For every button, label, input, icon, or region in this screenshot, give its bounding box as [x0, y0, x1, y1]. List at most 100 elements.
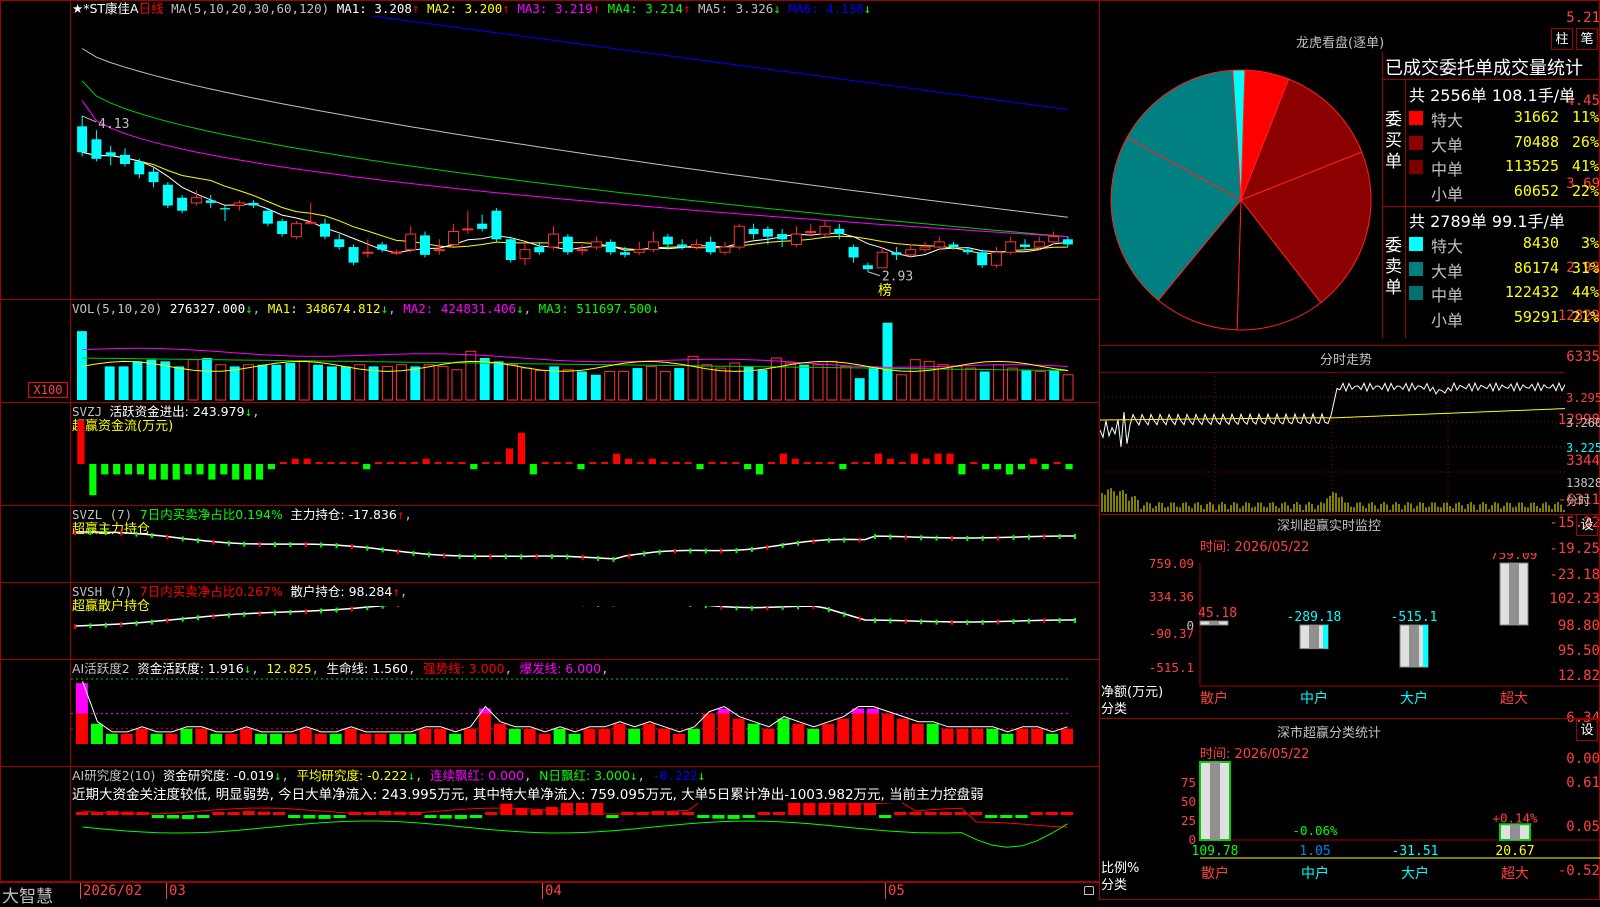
- flow-bar: [327, 462, 335, 464]
- active-bar: [553, 728, 566, 744]
- class-settings-button[interactable]: 设: [1576, 719, 1598, 741]
- volume-bar: [298, 360, 310, 401]
- volume-bar: [882, 322, 893, 400]
- color-swatch: [1409, 286, 1423, 300]
- monitor-y-label: -90.37: [1149, 626, 1194, 641]
- flow-bar: [398, 462, 406, 464]
- flow-bar: [422, 458, 430, 464]
- volume-bar: [1007, 367, 1018, 401]
- flow-bar: [982, 464, 990, 470]
- brand-logo[interactable]: 大智慧: [2, 882, 53, 907]
- candlestick-chart[interactable]: 4.132.93: [71, 16, 1099, 299]
- research-bar: [333, 815, 346, 818]
- monitor-bar-edge: [1323, 625, 1328, 649]
- period-label[interactable]: 日线: [139, 1, 164, 16]
- active-bar: [404, 733, 417, 744]
- volume-bar: [965, 367, 977, 401]
- monitor-bar-shade: [1309, 625, 1319, 649]
- flow-bar: [315, 462, 323, 464]
- active-bar: [1016, 728, 1029, 744]
- vol-ma3: MA3: 511697.500: [538, 301, 652, 316]
- flow-bar: [517, 432, 525, 464]
- volume-bar: [1021, 369, 1032, 400]
- buy-name: 大单: [1431, 135, 1464, 155]
- tab-bar-chart[interactable]: 柱: [1551, 28, 1573, 50]
- flow-bar: [303, 458, 311, 464]
- svzj-chart[interactable]: [71, 420, 1099, 506]
- candle-body: [190, 197, 202, 204]
- flow-bar: [434, 462, 442, 464]
- active-bar: [434, 728, 447, 744]
- stock-name[interactable]: ★*ST康佳A: [72, 1, 139, 16]
- candle-body: [891, 252, 902, 255]
- volume-bar: [590, 374, 601, 400]
- class-bar-chart[interactable]: 7550250109.78散户-0.06%1.05中户-31.51大户+0.14…: [1100, 760, 1600, 900]
- ai-research-label2: 平均研究度: -0.222: [296, 768, 408, 783]
- active-bar: [941, 728, 954, 744]
- active-bar: [673, 733, 685, 744]
- candle-body: [848, 247, 859, 258]
- flow-bar: [446, 462, 454, 464]
- volume-chart[interactable]: [71, 316, 1099, 402]
- volume-bar: [271, 364, 282, 400]
- active-bar: [299, 728, 312, 744]
- research-bar: [560, 803, 573, 815]
- flow-bar: [910, 453, 918, 464]
- monitor-bar-label: 759.09: [1491, 553, 1538, 563]
- class-bar-label: +0.14%: [1492, 810, 1538, 825]
- vol-unit[interactable]: X100: [28, 382, 68, 398]
- intraday-price: 3.260: [1566, 416, 1600, 430]
- active-bar: [359, 733, 372, 744]
- active-bar: [777, 718, 790, 744]
- lock-icon[interactable]: [1084, 886, 1094, 895]
- intraday-chart[interactable]: [1100, 372, 1565, 514]
- flow-bar: [744, 464, 752, 470]
- candle-body: [277, 221, 288, 235]
- buy-row: 小单 60652 22%: [1409, 180, 1599, 204]
- volume-bar: [659, 370, 671, 401]
- ai-active-chart[interactable]: ↓: [71, 672, 1099, 766]
- list-marker[interactable]: 榜: [878, 280, 892, 300]
- sell-row: 特大 8430 3%: [1409, 232, 1599, 256]
- ma6-line: [368, 16, 1068, 110]
- ma-value-2: MA2: 3.200: [419, 1, 503, 16]
- candle-body: [1033, 241, 1045, 248]
- research-bar: [939, 812, 952, 815]
- class-category: 散户: [1201, 865, 1229, 882]
- research-bar: [257, 811, 270, 815]
- active-bar: [852, 713, 865, 744]
- flow-bar: [994, 464, 1002, 470]
- order-pie-chart[interactable]: [1108, 60, 1374, 340]
- active-bar: [926, 723, 939, 744]
- color-swatch: [1409, 135, 1423, 150]
- tab-pen[interactable]: 笔: [1576, 28, 1598, 50]
- volume-bar: [604, 370, 616, 401]
- candle-body: [377, 244, 388, 250]
- flow-bar: [541, 462, 549, 464]
- candle-body: [834, 228, 845, 235]
- monitor-bar-chart[interactable]: 759.09334.360-90.37-515.145.18散户-289.18中…: [1100, 553, 1600, 718]
- flow-bar: [553, 462, 561, 464]
- candle-body: [590, 241, 602, 248]
- class-y-label: 25: [1181, 813, 1196, 828]
- vol-title: VOL(5,10,20): [72, 301, 163, 316]
- svzl-line[interactable]: [71, 530, 1099, 582]
- research-bar: [500, 803, 513, 815]
- active-bar: [881, 713, 894, 744]
- ma1-line: [81, 151, 1068, 258]
- ma-params: MA(5,10,20,30,60,120): [171, 1, 330, 16]
- flow-bar: [196, 464, 204, 475]
- svsh-line[interactable]: [71, 606, 1099, 659]
- flow-bar: [77, 420, 85, 464]
- ai-research-chart[interactable]: [71, 803, 1099, 881]
- volume-bar: [951, 365, 963, 401]
- monitor-settings-button[interactable]: 设: [1576, 514, 1598, 536]
- research-bar: [712, 815, 725, 819]
- active-bar: [538, 733, 551, 744]
- research-bar: [485, 812, 498, 815]
- flow-bar: [625, 458, 633, 464]
- flow-bar: [1005, 464, 1014, 475]
- candle-body: [777, 234, 788, 240]
- buy-volume: 113525: [1504, 157, 1559, 175]
- candle-body: [205, 200, 216, 203]
